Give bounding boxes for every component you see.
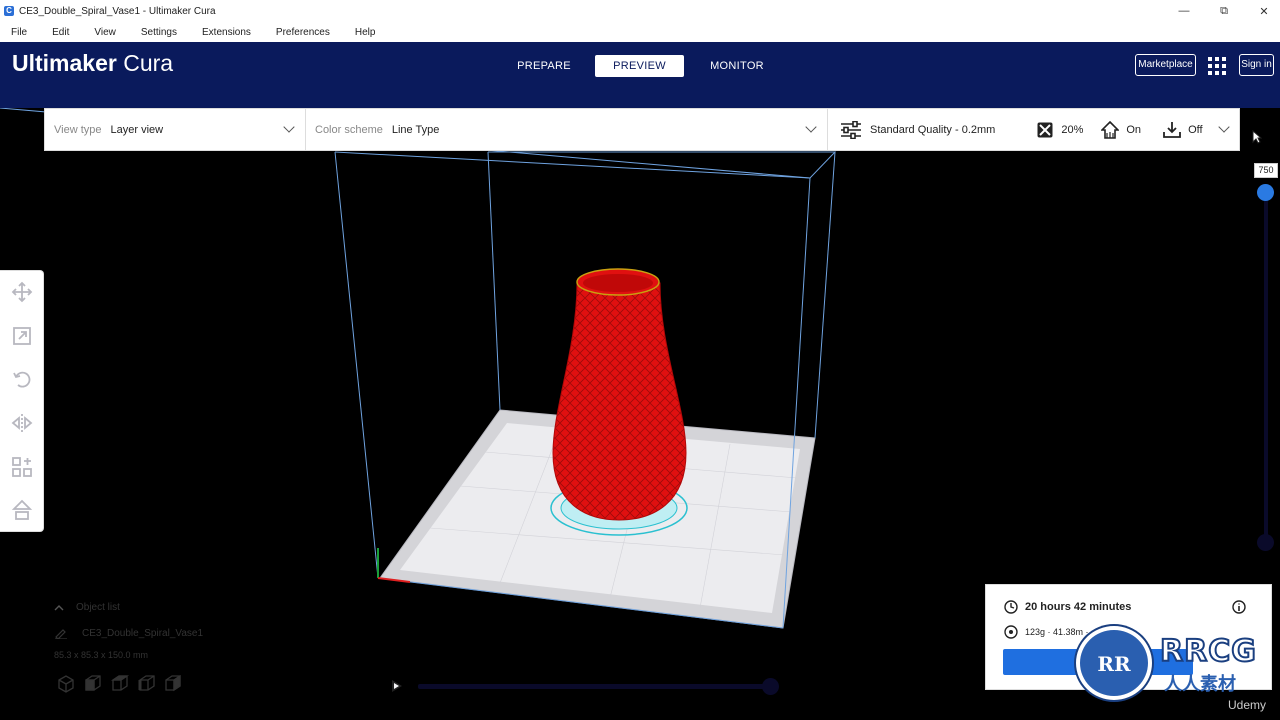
view-type-label: View type [54, 123, 102, 136]
view-orientation-group [58, 675, 181, 693]
adhesion-icon [1163, 121, 1181, 138]
path-slider-track[interactable] [418, 684, 772, 689]
tab-prepare[interactable]: PREPARE [508, 55, 580, 77]
app-header: Ultimaker Cura PREPARE PREVIEW MONITOR M… [0, 42, 1280, 108]
divider [827, 109, 828, 150]
tab-monitor[interactable]: MONITOR [700, 55, 774, 77]
play-simulation-button[interactable] [392, 680, 402, 692]
view-top-icon[interactable] [110, 675, 130, 691]
watermark-subtitle: 人人素材 [1164, 674, 1236, 695]
rotate-tool-icon[interactable] [11, 368, 33, 390]
layer-number-input[interactable]: 750 [1254, 163, 1278, 178]
mouse-cursor-icon [1252, 130, 1262, 144]
support-icon [1101, 120, 1120, 139]
color-scheme-label: Color scheme [315, 123, 383, 136]
chevron-down-icon [805, 121, 817, 133]
close-button[interactable]: ✕ [1244, 0, 1280, 22]
chevron-up-icon [54, 604, 64, 610]
rrcg-logo: RR [1076, 626, 1152, 700]
view-type-value: Layer view [110, 123, 164, 136]
signin-button[interactable]: Sign in [1239, 54, 1274, 76]
move-tool-icon[interactable] [11, 281, 33, 303]
infill-icon [1037, 122, 1053, 137]
udemy-watermark: Udemy [1228, 698, 1267, 712]
menu-view[interactable]: View [94, 27, 116, 38]
tool-panel [0, 270, 44, 532]
logo-product: Cura [123, 50, 174, 76]
pencil-icon [55, 629, 67, 639]
watermark-title: RRCG [1159, 633, 1257, 670]
app-logo: Ultimaker Cura [12, 50, 173, 77]
infill-value: 20% [1061, 123, 1084, 136]
logo-brand: Ultimaker [12, 50, 117, 76]
menu-preferences[interactable]: Preferences [276, 27, 330, 38]
menu-help[interactable]: Help [355, 27, 376, 38]
settings-bar: View type Layer view Color scheme Line T… [44, 108, 1240, 151]
tab-preview[interactable]: PREVIEW [595, 55, 684, 77]
color-scheme-value: Line Type [391, 123, 440, 136]
view-front-icon[interactable] [85, 675, 101, 691]
cura-app-icon: C [4, 6, 14, 16]
clock-icon [1004, 600, 1018, 614]
layer-slider-upper-handle[interactable] [1257, 184, 1274, 201]
object-list-item[interactable]: CE3_Double_Spiral_Vase1 [54, 627, 274, 639]
object-list-toggle[interactable]: Object list [54, 602, 254, 613]
view-left-icon[interactable] [138, 675, 155, 691]
sliders-icon [841, 120, 861, 139]
menu-settings[interactable]: Settings [141, 27, 177, 38]
mirror-tool-icon[interactable] [11, 412, 33, 434]
per-model-settings-icon[interactable] [11, 456, 33, 478]
view-3d-icon[interactable] [58, 675, 74, 693]
info-icon[interactable] [1232, 600, 1246, 614]
view-right-icon[interactable] [165, 675, 181, 692]
rrcg-watermark: RR RRCG 人人素材 [1076, 626, 1276, 700]
restore-button[interactable]: ⧉ [1204, 0, 1244, 22]
chevron-down-icon [1218, 121, 1230, 133]
menu-edit[interactable]: Edit [52, 27, 69, 38]
divider [305, 109, 306, 150]
print-time-row: 20 hours 42 minutes [1004, 600, 1131, 614]
object-dimensions: 85.3 x 85.3 x 150.0 mm [54, 650, 149, 660]
menu-extensions[interactable]: Extensions [202, 27, 251, 38]
menu-file[interactable]: File [11, 27, 27, 38]
adhesion-value: Off [1188, 123, 1203, 136]
scale-tool-icon[interactable] [11, 325, 33, 347]
path-slider-handle[interactable] [762, 678, 779, 695]
spool-icon [1004, 625, 1018, 639]
chevron-down-icon [283, 121, 295, 133]
object-list-label: Object list [76, 602, 120, 613]
view-type-selector[interactable]: View type Layer view [54, 109, 163, 150]
apps-grid-icon[interactable] [1208, 57, 1226, 75]
quality-profile: Standard Quality - 0.2mm [870, 123, 996, 136]
menu-bar: File Edit View Settings Extensions Prefe… [0, 22, 1280, 42]
window-title: CE3_Double_Spiral_Vase1 - Ultimaker Cura [19, 5, 216, 17]
object-name: CE3_Double_Spiral_Vase1 [82, 627, 204, 639]
print-time: 20 hours 42 minutes [1025, 601, 1132, 613]
color-scheme-selector[interactable]: Color scheme Line Type [315, 109, 439, 150]
support-blocker-icon[interactable] [11, 499, 33, 521]
window-titlebar: C CE3_Double_Spiral_Vase1 - Ultimaker Cu… [0, 0, 1280, 22]
layer-slider-lower-handle[interactable] [1257, 534, 1274, 551]
minimize-button[interactable]: — [1164, 0, 1204, 22]
vase-model[interactable] [552, 282, 687, 521]
print-settings-selector[interactable]: Standard Quality - 0.2mm 20% On Off [840, 109, 1203, 150]
marketplace-button[interactable]: Marketplace [1135, 54, 1196, 76]
vase-opening [583, 274, 653, 292]
support-value: On [1126, 123, 1142, 136]
layer-slider-track[interactable] [1264, 192, 1268, 544]
